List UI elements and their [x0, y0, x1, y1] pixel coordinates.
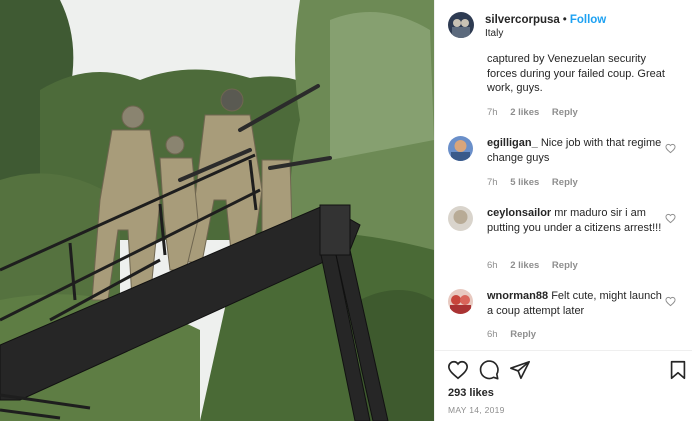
author-avatar[interactable] — [448, 12, 474, 38]
reply-button[interactable]: Reply — [552, 177, 578, 188]
comment-text: egilligan_ Nice job with that regime cha… — [487, 136, 667, 165]
author-line: silvercorpusa • Follow — [485, 14, 606, 26]
post-header: silvercorpusa • Follow Italy — [435, 0, 692, 50]
comment-meta: 6h 2 likes Reply — [487, 260, 588, 271]
commenter-avatar[interactable] — [448, 289, 473, 314]
separator-dot: • — [562, 14, 567, 26]
comment-meta: 7h 5 likes Reply — [487, 177, 588, 188]
comment-text: captured by Venezuelan security forces d… — [487, 53, 665, 94]
heart-icon[interactable] — [665, 213, 676, 224]
comments-list[interactable]: captured by Venezuelan security forces d… — [435, 50, 692, 350]
post-image — [0, 0, 434, 421]
avatar-image — [448, 206, 473, 231]
comment-username[interactable]: ceylonsailor — [487, 207, 551, 219]
comment-username[interactable]: egilligan_ — [487, 137, 538, 149]
comment-time: 6h — [487, 329, 498, 340]
comment-text: ceylonsailor mr maduro sir i am putting … — [487, 206, 667, 235]
comment-username[interactable]: wnorman88 — [487, 290, 548, 302]
bookmark-icon[interactable] — [667, 359, 689, 381]
post-photo[interactable] — [0, 0, 434, 421]
comment-time: 7h — [487, 107, 498, 118]
comment-icon[interactable] — [478, 359, 500, 381]
comment-time: 7h — [487, 177, 498, 188]
reply-button[interactable]: Reply — [552, 107, 578, 118]
comment-likes[interactable]: 5 likes — [510, 177, 539, 188]
post-location[interactable]: Italy — [485, 28, 503, 39]
comment-meta: 6h Reply — [487, 329, 546, 340]
heart-icon[interactable] — [665, 143, 676, 154]
actions-divider — [435, 350, 692, 351]
avatar-image — [448, 136, 473, 161]
post-date: MAY 14, 2019 — [448, 405, 505, 415]
comment-meta: 7h 2 likes Reply — [487, 107, 588, 118]
author-username[interactable]: silvercorpusa — [485, 14, 560, 26]
heart-icon[interactable] — [665, 296, 676, 307]
avatar-image — [448, 289, 473, 314]
likes-count[interactable]: 293 likes — [448, 387, 494, 399]
comment-time: 6h — [487, 260, 498, 271]
reply-button[interactable]: Reply — [510, 329, 536, 340]
commenter-avatar[interactable] — [448, 206, 473, 231]
share-icon[interactable] — [509, 359, 531, 381]
reply-button[interactable]: Reply — [552, 260, 578, 271]
post-panel: silvercorpusa • Follow Italy captured by V… — [434, 0, 692, 421]
post-actions — [435, 355, 692, 385]
avatar-image — [448, 12, 474, 38]
follow-button[interactable]: Follow — [570, 14, 606, 26]
comment-likes[interactable]: 2 likes — [510, 107, 539, 118]
comment-text: wnorman88 Felt cute, might launch a coup… — [487, 289, 667, 318]
commenter-avatar[interactable] — [448, 136, 473, 161]
heart-icon[interactable] — [447, 359, 469, 381]
comment-likes[interactable]: 2 likes — [510, 260, 539, 271]
